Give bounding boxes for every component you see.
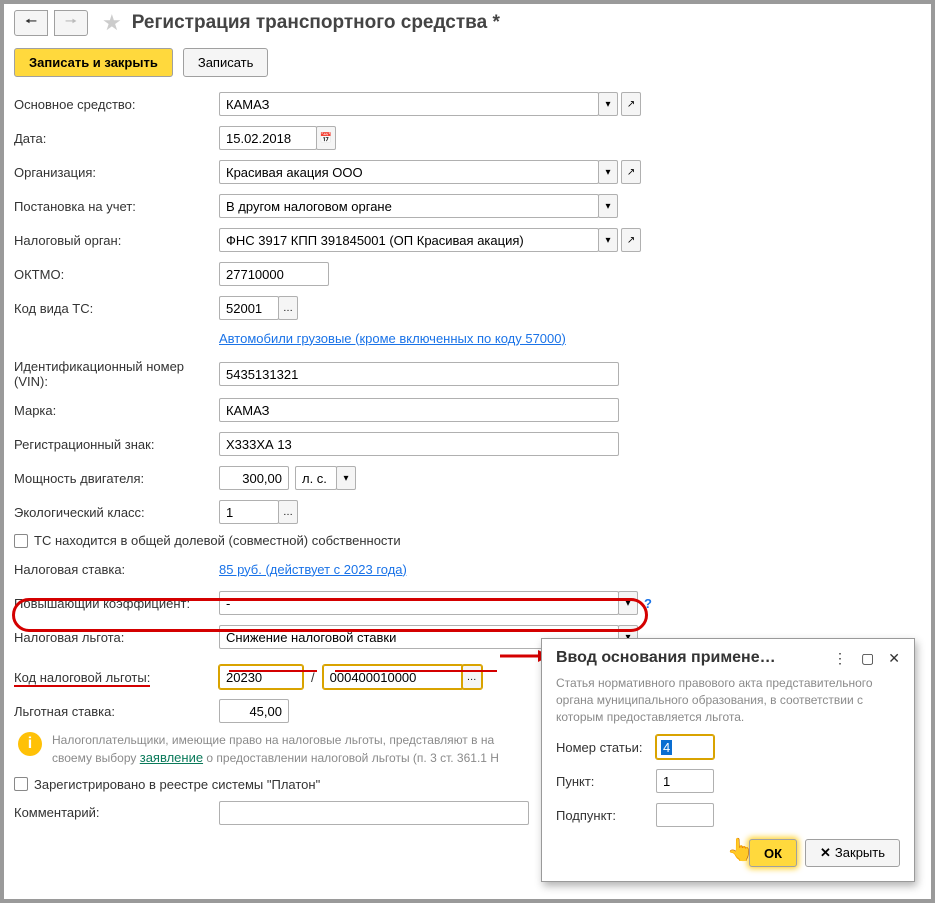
cursor-hand-icon: 👆 bbox=[727, 837, 754, 863]
benefit-code1-input[interactable] bbox=[219, 665, 303, 689]
shared-checkbox[interactable] bbox=[14, 534, 28, 548]
eco-label: Экологический класс: bbox=[14, 505, 219, 520]
vin-label: Идентификационный номер (VIN): bbox=[14, 359, 219, 389]
favorite-star-icon[interactable]: ★ bbox=[102, 10, 122, 36]
tax-auth-label: Налоговый орган: bbox=[14, 233, 219, 248]
mult-label: Повышающий коэффициент: bbox=[14, 596, 219, 611]
tax-auth-open-icon[interactable]: ↗ bbox=[621, 228, 641, 252]
org-open-icon[interactable]: ↗ bbox=[621, 160, 641, 184]
power-unit-input[interactable] bbox=[295, 466, 337, 490]
popup-close-button[interactable]: ✕Закрыть bbox=[805, 839, 900, 867]
reg-input[interactable] bbox=[219, 194, 599, 218]
calendar-icon[interactable]: 📅 bbox=[316, 126, 336, 150]
nav-back-button[interactable]: 🠔 bbox=[14, 10, 48, 36]
main-window: 🠔 🠖 ★ Регистрация транспортного средства… bbox=[0, 0, 935, 903]
vin-input[interactable] bbox=[219, 362, 619, 386]
regnum-input[interactable] bbox=[219, 432, 619, 456]
article-label: Номер статьи: bbox=[556, 740, 656, 755]
toolbar: Записать и закрыть Записать bbox=[14, 48, 921, 77]
ts-code-lookup-icon[interactable]: … bbox=[278, 296, 298, 320]
mult-input[interactable] bbox=[219, 591, 619, 615]
popup-more-icon[interactable]: ⋮ bbox=[833, 650, 847, 667]
date-label: Дата: bbox=[14, 131, 219, 146]
article-input[interactable]: 4 bbox=[656, 735, 714, 759]
benefit-code-lookup-icon[interactable]: … bbox=[462, 665, 482, 689]
org-dropdown-icon[interactable]: ▾ bbox=[598, 160, 618, 184]
brand-label: Марка: bbox=[14, 403, 219, 418]
brand-input[interactable] bbox=[219, 398, 619, 422]
oktmo-label: ОКТМО: bbox=[14, 267, 219, 282]
save-and-close-button[interactable]: Записать и закрыть bbox=[14, 48, 173, 77]
tax-auth-input[interactable] bbox=[219, 228, 599, 252]
power-unit-dropdown-icon[interactable]: ▾ bbox=[336, 466, 356, 490]
reg-label: Постановка на учет: bbox=[14, 199, 219, 214]
ts-code-link[interactable]: Автомобили грузовые (кроме включенных по… bbox=[219, 331, 566, 346]
platon-label: Зарегистрировано в реестре системы "Плат… bbox=[34, 777, 320, 792]
asset-dropdown-icon[interactable]: ▾ bbox=[598, 92, 618, 116]
punkt-label: Пункт: bbox=[556, 774, 656, 789]
popup-ok-button[interactable]: ОК bbox=[749, 839, 797, 867]
tax-auth-dropdown-icon[interactable]: ▾ bbox=[598, 228, 618, 252]
regnum-label: Регистрационный знак: bbox=[14, 437, 219, 452]
asset-input[interactable] bbox=[219, 92, 599, 116]
reg-dropdown-icon[interactable]: ▾ bbox=[598, 194, 618, 218]
power-input[interactable] bbox=[219, 466, 289, 490]
application-link[interactable]: заявление bbox=[140, 750, 203, 765]
date-input[interactable] bbox=[219, 126, 317, 150]
oktmo-input[interactable] bbox=[219, 262, 329, 286]
benefit-label: Налоговая льгота: bbox=[14, 630, 219, 645]
benefit-code2-input[interactable] bbox=[323, 665, 463, 689]
org-input[interactable] bbox=[219, 160, 599, 184]
eco-input[interactable] bbox=[219, 500, 279, 524]
asset-label: Основное средство: bbox=[14, 97, 219, 112]
nav-forward-button[interactable]: 🠖 bbox=[54, 10, 88, 36]
save-button[interactable]: Записать bbox=[183, 48, 269, 77]
power-label: Мощность двигателя: bbox=[14, 471, 219, 486]
benefit-code-label: Код налоговой льготы: bbox=[14, 670, 219, 685]
titlebar: 🠔 🠖 ★ Регистрация транспортного средства… bbox=[14, 10, 921, 36]
benefit-rate-label: Льготная ставка: bbox=[14, 704, 219, 719]
org-label: Организация: bbox=[14, 165, 219, 180]
ts-code-label: Код вида ТС: bbox=[14, 301, 219, 316]
shared-label: ТС находится в общей долевой (совместной… bbox=[34, 533, 401, 548]
page-title: Регистрация транспортного средства * bbox=[132, 12, 500, 34]
popup-close-icon[interactable]: ✕ bbox=[888, 650, 900, 667]
info-icon: i bbox=[18, 732, 42, 756]
asset-open-icon[interactable]: ↗ bbox=[621, 92, 641, 116]
basis-popup: Ввод основания примене… ⋮ ▢ ✕ Статья нор… bbox=[541, 638, 915, 882]
comment-input[interactable] bbox=[219, 801, 529, 825]
rate-link[interactable]: 85 руб. (действует с 2023 года) bbox=[219, 562, 407, 577]
platon-checkbox[interactable] bbox=[14, 777, 28, 791]
subpunkt-label: Подпункт: bbox=[556, 808, 656, 823]
ts-code-input[interactable] bbox=[219, 296, 279, 320]
comment-label: Комментарий: bbox=[14, 805, 219, 820]
help-icon[interactable]: ? bbox=[644, 596, 652, 611]
mult-dropdown-icon[interactable]: ▾ bbox=[618, 591, 638, 615]
eco-lookup-icon[interactable]: … bbox=[278, 500, 298, 524]
rate-label: Налоговая ставка: bbox=[14, 562, 219, 577]
popup-restore-icon[interactable]: ▢ bbox=[861, 650, 874, 667]
punkt-input[interactable] bbox=[656, 769, 714, 793]
popup-title: Ввод основания примене… bbox=[556, 649, 776, 667]
benefit-rate-input[interactable] bbox=[219, 699, 289, 723]
subpunkt-input[interactable] bbox=[656, 803, 714, 827]
popup-desc: Статья нормативного правового акта предс… bbox=[556, 675, 900, 725]
